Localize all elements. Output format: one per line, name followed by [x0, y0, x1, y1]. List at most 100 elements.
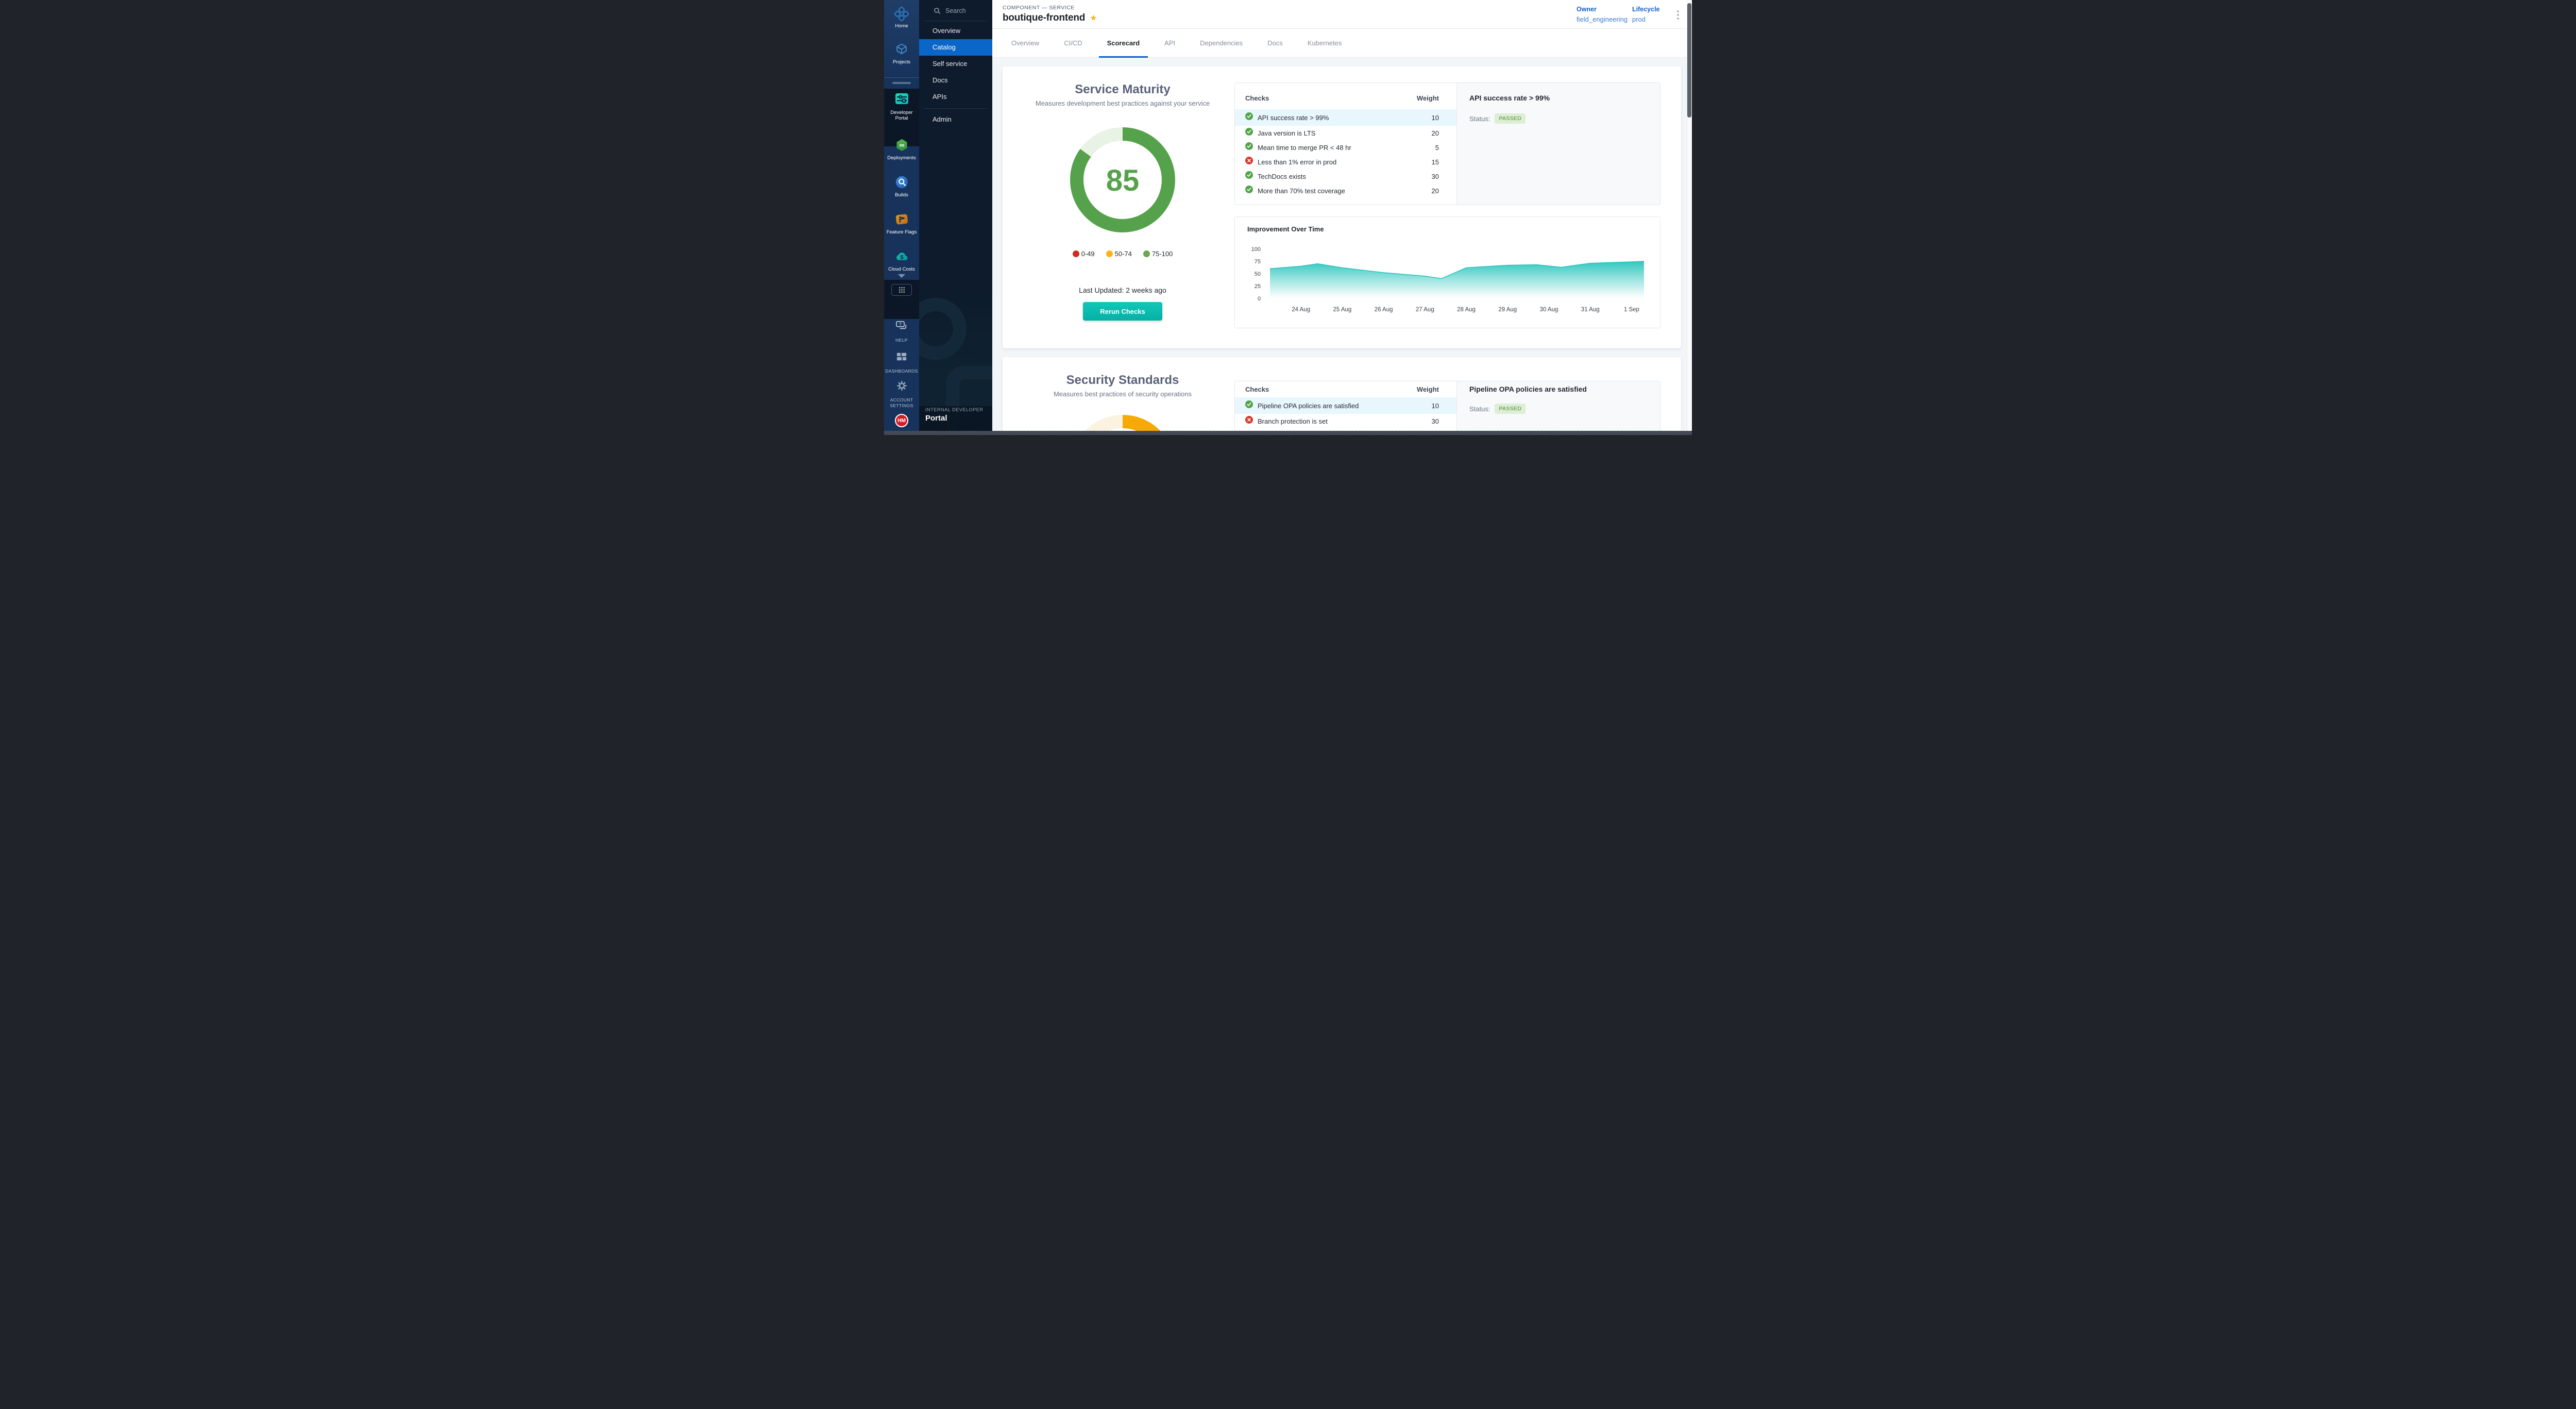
module-config-button[interactable]	[891, 284, 912, 296]
check-passed-icon	[1245, 112, 1253, 123]
x-tick-label: 28 Aug	[1457, 307, 1476, 313]
check-name: More than 70% test coverage	[1258, 187, 1432, 195]
owner-link[interactable]: field_engineering	[1577, 15, 1628, 23]
check-name: Branch protection is set	[1258, 417, 1432, 425]
rail-footer-help[interactable]: ?HELP	[884, 321, 919, 343]
check-weight: 20	[1432, 187, 1439, 195]
status-badge: PASSED	[1495, 404, 1526, 414]
sidebar-divider	[924, 108, 987, 109]
x-tick-label: 31 Aug	[1581, 307, 1600, 313]
scorecard-title: Service Maturity	[1003, 82, 1243, 97]
scrollbar-thumb[interactable]	[1687, 3, 1691, 118]
check-name: TechDocs exists	[1258, 173, 1432, 180]
legend-item: 0-49	[1073, 250, 1095, 258]
tab-api[interactable]: API	[1156, 29, 1183, 57]
rail-footer-dashboards[interactable]: DASHBOARDS	[884, 351, 919, 374]
tab-dependencies[interactable]: Dependencies	[1192, 29, 1251, 57]
entity-header: COMPONENT — SERVICE boutique-frontend ★ …	[992, 0, 1692, 29]
kebab-menu-icon[interactable]	[1672, 8, 1684, 22]
sidebar-item-overview[interactable]: Overview	[919, 23, 992, 39]
help-chat-icon: ?	[884, 321, 919, 336]
check-weight: 10	[1432, 402, 1439, 410]
sidebar-item-admin[interactable]: Admin	[919, 111, 992, 128]
lifecycle-label: Lifecycle	[1632, 6, 1660, 13]
tab-overview[interactable]: Overview	[1003, 29, 1047, 57]
check-weight: 15	[1432, 158, 1439, 166]
portal-sidebar: Search OverviewCatalogSelf serviceDocsAP…	[919, 0, 992, 435]
vertical-scrollbar	[1687, 0, 1692, 435]
feature-flags-icon	[884, 212, 919, 228]
favorite-star-icon[interactable]: ★	[1090, 13, 1097, 23]
rail-drag-handle[interactable]	[892, 82, 911, 84]
checks-column-header: Checks	[1245, 94, 1269, 102]
check-weight: 5	[1435, 144, 1439, 152]
user-avatar[interactable]: HM	[895, 414, 908, 427]
rerun-checks-button[interactable]: Rerun Checks	[1083, 302, 1162, 321]
main-area: COMPONENT — SERVICE boutique-frontend ★ …	[992, 0, 1692, 435]
tab-scorecard[interactable]: Scorecard	[1099, 29, 1148, 57]
rail-module-home[interactable]: Home	[884, 6, 919, 29]
y-tick-label: 100	[1251, 246, 1261, 253]
check-row[interactable]: Branch protection is set30	[1235, 414, 1456, 428]
sidebar-item-docs[interactable]: Docs	[919, 72, 992, 89]
rail-divider	[884, 77, 919, 78]
sidebar-item-catalog[interactable]: Catalog	[919, 39, 992, 56]
check-row[interactable]: Mean time to merge PR < 48 hr5	[1235, 140, 1456, 155]
score-value: 85	[1106, 164, 1140, 197]
rail-footer-account-settings[interactable]: ACCOUNT SETTINGS	[884, 380, 919, 409]
scorecard-subtitle: Measures development best practices agai…	[1003, 99, 1243, 107]
check-row[interactable]: Less than 1% error in prod15	[1235, 155, 1456, 169]
tab-kubernetes[interactable]: Kubernetes	[1299, 29, 1350, 57]
check-detail-panel: API success rate > 99% Status: PASSED	[1456, 83, 1660, 205]
owner-meta: Owner field_engineering	[1577, 6, 1628, 23]
window-bottom-edge	[884, 431, 1692, 435]
checks-table: Checks Weight Pipeline OPA policies are …	[1235, 381, 1456, 435]
check-weight: 20	[1432, 129, 1439, 137]
check-weight: 10	[1432, 114, 1439, 122]
score-legend: 0-4950-7475-100	[1003, 250, 1243, 258]
rail-module-builds[interactable]: Builds	[884, 175, 919, 198]
rail-module-projects[interactable]: Projects	[884, 42, 919, 65]
scorecard-service-maturity: Service Maturity Measures development be…	[1003, 66, 1681, 348]
chart-title: Improvement Over Time	[1247, 225, 1324, 233]
checks-table: Checks Weight API success rate > 99%10Ja…	[1235, 83, 1456, 205]
status-badge: PASSED	[1495, 113, 1526, 124]
tab-ci-cd[interactable]: CI/CD	[1056, 29, 1090, 57]
check-row[interactable]: TechDocs exists30	[1235, 169, 1456, 183]
y-tick-label: 0	[1258, 296, 1261, 302]
last-updated-text: Last Updated: 2 weeks ago	[1003, 286, 1243, 294]
check-name: API success rate > 99%	[1258, 114, 1432, 122]
status-label: Status:	[1469, 115, 1490, 123]
check-row[interactable]: Java version is LTS20	[1235, 126, 1456, 140]
x-tick-label: 24 Aug	[1292, 307, 1310, 313]
rail-module-deployments[interactable]: ∞Deployments	[884, 138, 919, 161]
lifecycle-value[interactable]: prod	[1632, 15, 1660, 23]
search-input[interactable]: Search	[919, 4, 992, 18]
settings-gear-icon	[884, 380, 919, 396]
rail-module-cloud-costs[interactable]: $Cloud Costs	[884, 249, 919, 272]
x-tick-label: 25 Aug	[1333, 307, 1351, 313]
chevron-down-icon[interactable]	[884, 272, 919, 281]
entity-tabs: Overview CI/CD Scorecard API Dependencies Doc…	[992, 29, 1692, 58]
harness-logo-icon	[884, 6, 919, 22]
sidebar-item-apis[interactable]: APIs	[919, 89, 992, 105]
sidebar-item-self-service[interactable]: Self service	[919, 56, 992, 72]
dashboards-grid-icon	[884, 351, 919, 367]
search-placeholder: Search	[945, 7, 966, 14]
rail-module-developer-portal[interactable]: Developer Portal	[884, 93, 919, 121]
check-row[interactable]: More than 70% test coverage20	[1235, 183, 1456, 198]
improvement-area-chart: 025507510024 Aug25 Aug26 Aug27 Aug28 Aug…	[1239, 243, 1656, 325]
check-name: Pipeline OPA policies are satisfied	[1258, 402, 1432, 410]
rail-module-feature-flags[interactable]: Feature Flags	[884, 212, 919, 235]
check-row[interactable]: API success rate > 99%10	[1235, 109, 1456, 126]
breadcrumb: COMPONENT — SERVICE	[1003, 5, 1075, 11]
improvement-chart-panel: Improvement Over Time 025507510024 Aug25…	[1234, 216, 1660, 328]
x-tick-label: 1 Sep	[1624, 307, 1639, 313]
weight-column-header: Weight	[1417, 385, 1439, 393]
checks-panel: Checks Weight Pipeline OPA policies are …	[1234, 381, 1660, 435]
check-passed-icon	[1245, 186, 1253, 196]
legend-item: 75-100	[1143, 250, 1173, 258]
tab-docs[interactable]: Docs	[1259, 29, 1291, 57]
check-row[interactable]: Pipeline OPA policies are satisfied10	[1235, 397, 1456, 414]
svg-text:$: $	[900, 255, 903, 261]
